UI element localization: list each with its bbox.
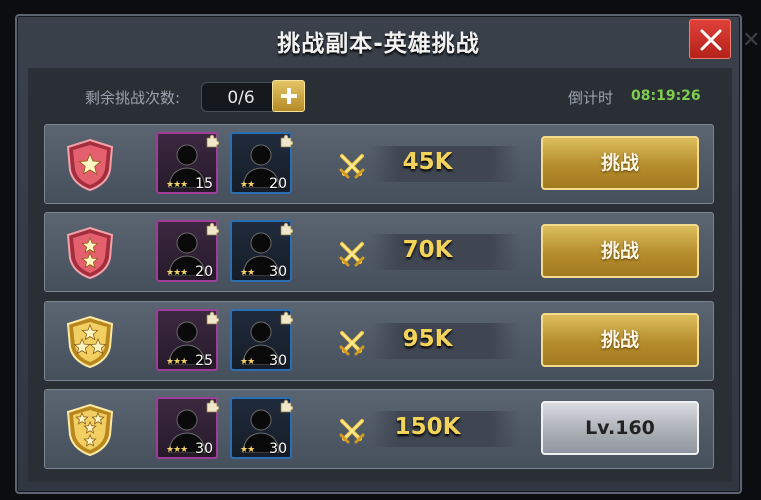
- challenge-row: ★★★ 15 ★★ 20 45K 挑战: [44, 124, 714, 204]
- hero-slot[interactable]: ★★ 20: [230, 132, 294, 194]
- hero-stars: ★★: [240, 445, 255, 455]
- hero-stars: ★★★: [166, 180, 188, 190]
- challenge-button[interactable]: 挑战: [541, 224, 699, 278]
- locked-level-button[interactable]: Lv.160: [541, 401, 699, 455]
- shield-rank-icon: [65, 403, 115, 461]
- hero-stars: ★★: [240, 357, 255, 367]
- challenge-button[interactable]: 挑战: [541, 313, 699, 367]
- puzzle-piece-icon: [279, 398, 294, 413]
- background-close-icon: ✕: [742, 28, 761, 53]
- shield-rank-icon: [65, 315, 115, 373]
- remaining-attempts-value: 0/6: [201, 82, 281, 112]
- hero-stars: ★★★: [166, 268, 188, 278]
- shield-rank-icon: [65, 138, 115, 196]
- hero-slot[interactable]: ★★★ 30: [156, 397, 220, 459]
- crossed-swords-icon: [339, 418, 365, 448]
- countdown-value: 08:19:26: [631, 88, 701, 104]
- crossed-swords-icon: [339, 330, 365, 360]
- remaining-attempts-label: 剩余挑战次数:: [85, 89, 181, 107]
- puzzle-piece-icon: [279, 221, 294, 236]
- puzzle-piece-icon: [205, 310, 220, 325]
- hero-level: 30: [269, 353, 287, 369]
- hero-level: 25: [195, 353, 213, 369]
- hero-slot[interactable]: ★★★ 20: [156, 220, 220, 282]
- hero-slot[interactable]: ★★ 30: [230, 397, 294, 459]
- power-value: 45K: [402, 149, 453, 175]
- puzzle-piece-icon: [205, 221, 220, 236]
- hero-slot[interactable]: ★★ 30: [230, 309, 294, 371]
- countdown-label: 倒计时: [568, 89, 614, 107]
- close-button[interactable]: [689, 19, 731, 59]
- hero-stars: ★★: [240, 268, 255, 278]
- puzzle-piece-icon: [205, 133, 220, 148]
- challenge-row: ★★★ 30 ★★ 30 150K Lv.160: [44, 389, 714, 469]
- power-value: 150K: [394, 414, 461, 440]
- hero-stars: ★★★: [166, 445, 188, 455]
- hero-stars: ★★★: [166, 357, 188, 367]
- hero-slot[interactable]: ★★★ 15: [156, 132, 220, 194]
- shield-rank-icon: [65, 226, 115, 284]
- hero-level: 30: [269, 441, 287, 457]
- hero-level: 20: [195, 264, 213, 280]
- puzzle-piece-icon: [279, 133, 294, 148]
- crossed-swords-icon: [339, 241, 365, 271]
- hero-stars: ★★: [240, 180, 255, 190]
- crossed-swords-icon: [339, 153, 365, 183]
- hero-slot[interactable]: ★★ 30: [230, 220, 294, 282]
- hero-level: 30: [269, 264, 287, 280]
- plus-icon: [281, 88, 297, 104]
- add-attempts-button[interactable]: [272, 80, 305, 112]
- dialog-title: 挑战副本-英雄挑战: [277, 31, 480, 57]
- power-value: 95K: [402, 326, 453, 352]
- challenge-button[interactable]: 挑战: [541, 136, 699, 190]
- hero-level: 20: [269, 176, 287, 192]
- challenge-row: ★★★ 25 ★★ 30 95K 挑战: [44, 301, 714, 381]
- puzzle-piece-icon: [205, 398, 220, 413]
- hero-level: 15: [195, 176, 213, 192]
- challenge-row: ★★★ 20 ★★ 30 70K 挑战: [44, 212, 714, 292]
- hero-slot[interactable]: ★★★ 25: [156, 309, 220, 371]
- power-value: 70K: [402, 237, 453, 263]
- hero-level: 30: [195, 441, 213, 457]
- close-icon: [700, 29, 722, 51]
- puzzle-piece-icon: [279, 310, 294, 325]
